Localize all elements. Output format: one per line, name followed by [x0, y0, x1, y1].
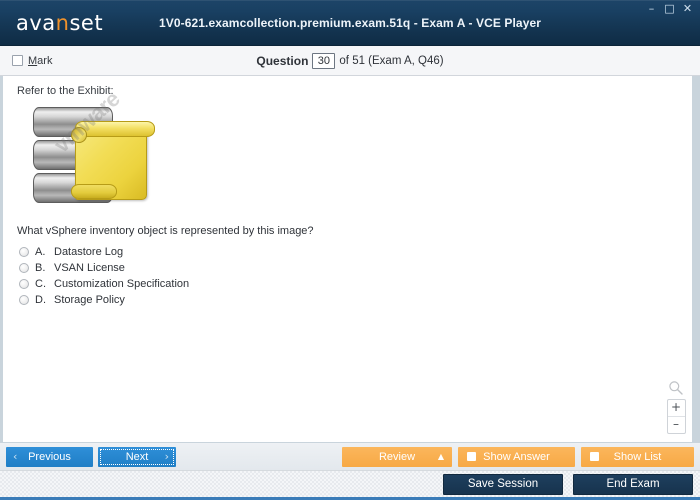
review-button-label: Review [378, 450, 416, 463]
option-letter-c: C. [35, 278, 46, 290]
answer-option-b[interactable]: B. VSAN License [19, 260, 682, 276]
question-content-area: Refer to the Exhibit: vmware What vSpher… [0, 76, 700, 442]
show-list-checkbox-icon [590, 452, 599, 461]
window-controls: – □ ✕ [645, 2, 694, 15]
show-answer-button-label: Show Answer [483, 450, 550, 463]
magnifier-icon[interactable] [668, 380, 684, 396]
previous-button[interactable]: ‹ Previous [6, 446, 93, 467]
navigation-toolbar: ‹ Previous Next › Review ▲ Show Answer S… [0, 442, 700, 470]
radio-icon-d[interactable] [19, 295, 29, 305]
minimize-icon[interactable]: – [645, 2, 658, 15]
scroll-left-curl-icon [71, 127, 87, 143]
close-icon[interactable]: ✕ [681, 2, 694, 15]
session-toolbar: Save Session End Exam [0, 470, 700, 500]
logo-suffix: set [69, 11, 104, 35]
question-word: Question [256, 53, 309, 68]
zoom-button-group: + – [666, 399, 686, 434]
exhibit-label: Refer to the Exhibit: [17, 85, 114, 97]
question-counter: Question 30 of 51 (Exam A, Q46) [0, 52, 700, 69]
zoom-tools: + – [666, 380, 686, 434]
title-bar: avanset 1V0-621.examcollection.premium.e… [0, 0, 700, 46]
option-letter-d: D. [35, 294, 46, 306]
logo-accent-letter: n [55, 11, 70, 35]
previous-button-label: Previous [28, 450, 71, 463]
question-header-bar: Mark Question 30 of 51 (Exam A, Q46) [0, 46, 700, 76]
zoom-out-button[interactable]: – [668, 417, 685, 433]
vce-player-window: avanset 1V0-621.examcollection.premium.e… [0, 0, 700, 500]
radio-icon-b[interactable] [19, 263, 29, 273]
caret-up-icon: ▲ [437, 452, 444, 461]
show-list-button[interactable]: Show List [581, 446, 694, 467]
answer-option-a[interactable]: A. Datastore Log [19, 244, 682, 260]
window-title: 1V0-621.examcollection.premium.exam.51q … [158, 16, 542, 30]
option-letter-b: B. [35, 262, 46, 274]
maximize-icon[interactable]: □ [663, 2, 676, 15]
save-session-button[interactable]: Save Session [443, 473, 563, 495]
scroll-bottom-curl-icon [71, 184, 117, 199]
next-button[interactable]: Next › [98, 446, 176, 467]
question-text: What vSphere inventory object is represe… [17, 225, 314, 237]
logo-prefix: ava [16, 11, 56, 35]
show-list-button-label: Show List [613, 450, 662, 463]
question-number-input[interactable]: 30 [312, 52, 336, 69]
option-text-d: Storage Policy [54, 294, 125, 306]
question-total-text: of 51 (Exam A, Q46) [339, 54, 444, 67]
show-answer-button[interactable]: Show Answer [458, 446, 575, 467]
exhibit-image[interactable]: vmware [33, 86, 155, 208]
zoom-in-button[interactable]: + [667, 400, 685, 417]
radio-icon-c[interactable] [19, 279, 29, 289]
option-text-c: Customization Specification [54, 278, 190, 290]
avanset-logo: avanset [16, 11, 103, 35]
option-text-a: Datastore Log [54, 246, 124, 258]
chevron-right-icon: › [164, 450, 169, 463]
scroll-top-curl-icon [75, 121, 155, 137]
show-answer-checkbox-icon [467, 452, 476, 461]
answer-option-d[interactable]: D. Storage Policy [19, 292, 682, 308]
end-exam-button[interactable]: End Exam [573, 473, 693, 495]
answer-options-list: A. Datastore Log B. VSAN License C. Cust… [19, 244, 682, 308]
next-button-label: Next [125, 450, 149, 463]
radio-icon-a[interactable] [19, 247, 29, 257]
answer-option-c[interactable]: C. Customization Specification [19, 276, 682, 292]
review-button[interactable]: Review ▲ [342, 446, 452, 467]
question-content-inner: Refer to the Exhibit: vmware What vSpher… [3, 76, 692, 442]
option-letter-a: A. [35, 246, 46, 258]
chevron-left-icon: ‹ [13, 450, 18, 463]
option-text-b: VSAN License [54, 262, 125, 274]
